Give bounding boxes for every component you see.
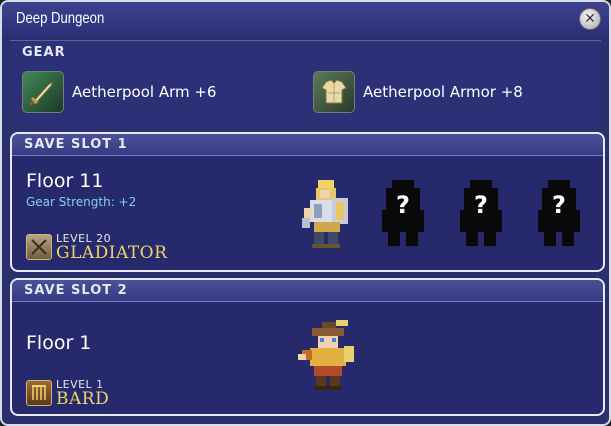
gear-item-arm[interactable]: Aetherpool Arm +6	[22, 71, 216, 113]
gear-panel: GEAR Aetherpool Arm +6 Aetherpool Armor …	[10, 40, 601, 126]
save-slot-2[interactable]: SAVE SLOT 2 Floor 1 LEVEL 1 BARD	[10, 278, 605, 416]
save-slot-header: SAVE SLOT 1	[12, 134, 603, 156]
gear-item-label: Aetherpool Armor +8	[363, 83, 523, 101]
gladiator-job-icon	[26, 234, 52, 260]
sword-icon	[22, 71, 64, 113]
gear-header: GEAR	[22, 45, 66, 60]
gear-item-armor[interactable]: Aetherpool Armor +8	[313, 71, 523, 113]
gladiator-sprite	[302, 180, 348, 248]
job-name-label: GLADIATOR	[56, 243, 168, 263]
armor-icon	[313, 71, 355, 113]
bard-job-icon	[26, 380, 52, 406]
gear-item-label: Aetherpool Arm +6	[72, 83, 217, 101]
svg-text:?: ?	[474, 191, 488, 219]
bard-sprite	[298, 320, 354, 390]
close-icon: ✕	[584, 11, 596, 27]
svg-text:?: ?	[552, 191, 566, 219]
unknown-member-sprite: ?	[460, 180, 502, 246]
svg-text:?: ?	[396, 191, 410, 219]
job-name-label: BARD	[56, 389, 110, 409]
window-title: Deep Dungeon	[16, 10, 105, 27]
floor-label: Floor 11	[26, 170, 104, 192]
save-slot-header: SAVE SLOT 2	[12, 280, 603, 302]
unknown-member-sprite: ?	[538, 180, 580, 246]
floor-label: Floor 1	[26, 332, 92, 354]
unknown-member-sprite: ?	[382, 180, 424, 246]
save-slot-title: SAVE SLOT 1	[24, 137, 128, 152]
close-button[interactable]: ✕	[579, 8, 601, 30]
deep-dungeon-window: Deep Dungeon ✕ GEAR Aetherpool Arm +6 Ae…	[0, 0, 611, 426]
save-slot-title: SAVE SLOT 2	[24, 283, 128, 298]
gear-strength-label: Gear Strength: +2	[26, 195, 137, 209]
title-bar[interactable]: Deep Dungeon ✕	[2, 2, 609, 36]
save-slot-1[interactable]: SAVE SLOT 1 Floor 11 Gear Strength: +2 L…	[10, 132, 605, 272]
